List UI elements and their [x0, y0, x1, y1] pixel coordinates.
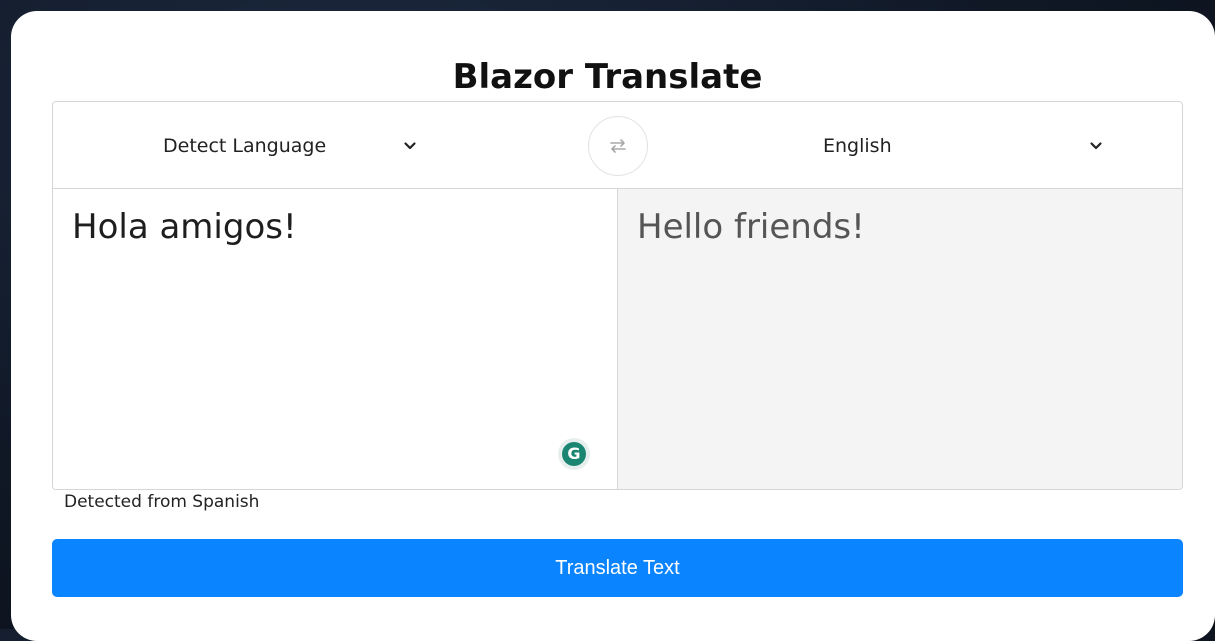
- chevron-down-icon: [1090, 142, 1102, 150]
- chevron-down-icon: [404, 142, 416, 150]
- grammarly-icon: G: [562, 442, 586, 466]
- source-text-input[interactable]: Hola amigos! G: [53, 189, 618, 489]
- translated-text-output: Hello friends!: [618, 189, 1182, 489]
- swap-arrows-icon: [610, 139, 626, 153]
- grammarly-button[interactable]: G: [558, 438, 590, 470]
- source-language-label: Detect Language: [163, 135, 327, 157]
- source-text-value: Hola amigos!: [72, 207, 297, 247]
- language-bar: Detect Language English: [53, 102, 1182, 189]
- detected-language-note: Detected from Spanish: [64, 492, 260, 512]
- page-title: Blazor Translate: [452, 57, 763, 97]
- translate-button[interactable]: Translate Text: [52, 539, 1183, 597]
- swap-languages-button[interactable]: [588, 116, 648, 176]
- target-language-label: English: [823, 135, 892, 157]
- source-language-select[interactable]: Detect Language: [163, 128, 419, 164]
- translated-text-value: Hello friends!: [637, 207, 865, 247]
- translation-panel: Detect Language English Hola amigos! G H…: [52, 101, 1183, 490]
- target-language-select[interactable]: English: [823, 128, 1102, 164]
